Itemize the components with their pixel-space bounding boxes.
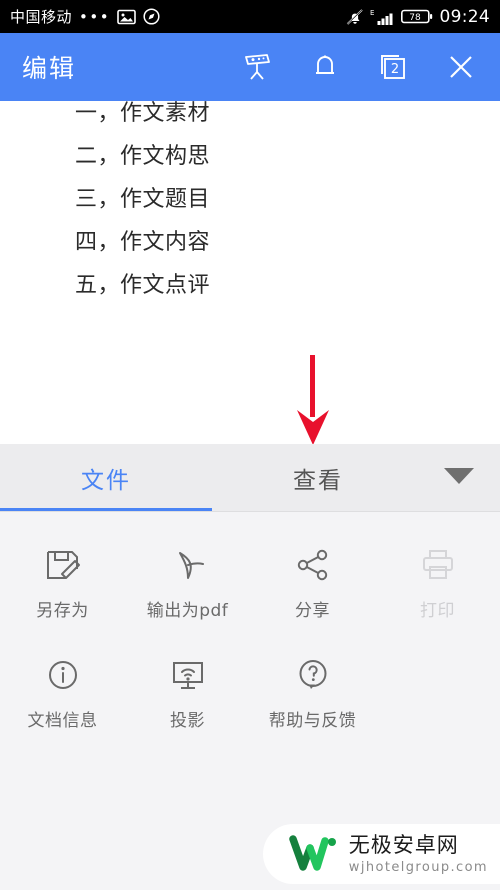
watermark-texts: 无极安卓网 wjhotelgroup.com — [348, 832, 488, 875]
annotation-arrow-down-icon — [294, 355, 332, 447]
watermark-logo-icon — [289, 831, 339, 877]
action-label: 另存为 — [36, 601, 89, 621]
watermark-url: wjhotelgroup.com — [348, 859, 488, 875]
clock-label: 09:24 — [439, 6, 490, 27]
action-print[interactable]: 打印 — [375, 528, 500, 638]
share-icon — [292, 542, 334, 588]
action-label: 投影 — [170, 711, 205, 731]
action-row: 文档信息 投影 帮助与反馈 — [0, 638, 500, 748]
chevron-down-icon[interactable] — [444, 468, 474, 484]
action-row: 另存为 输出为pdf 分享 打印 — [0, 528, 500, 638]
carrier-label: 中国移动 — [10, 8, 73, 26]
action-grid: 另存为 输出为pdf 分享 打印 文档信息 投影 帮助与反馈 — [0, 512, 500, 748]
help-icon — [292, 652, 334, 698]
tab-view-label: 查看 — [293, 468, 343, 494]
bell-muted-icon — [345, 8, 365, 26]
print-icon — [417, 542, 459, 588]
projector-icon[interactable] — [240, 50, 274, 84]
action-label: 分享 — [295, 601, 330, 621]
document-line: 三，作文题目 — [75, 187, 211, 212]
document-line: 四，作文内容 — [75, 230, 211, 255]
action-help-feedback[interactable]: 帮助与反馈 — [250, 638, 375, 748]
document-text-block: 一，作文素材 二，作文构思 三，作文题目 四，作文内容 五，作文点评 — [0, 101, 500, 307]
battery-icon: 78 — [400, 8, 433, 25]
export-pdf-icon — [167, 542, 209, 588]
document-line: 二，作文构思 — [75, 144, 211, 169]
page-title: 编辑 — [22, 54, 77, 83]
action-projection[interactable]: 投影 — [125, 638, 250, 748]
document-line: 五，作文点评 — [75, 273, 211, 298]
tab-file[interactable]: 文件 — [0, 444, 212, 512]
action-export-pdf[interactable]: 输出为pdf — [125, 528, 250, 638]
watermark-site-name: 无极安卓网 — [348, 832, 459, 857]
status-dots: ••• — [79, 7, 111, 26]
document-line: 一，作文素材 — [75, 101, 211, 126]
bottom-action-panel: 文件 查看 另存为 输出为pdf 分享 打印 文档信息 投影 帮助与反馈 无极安… — [0, 444, 500, 890]
action-save-as[interactable]: 另存为 — [0, 528, 125, 638]
action-label: 文档信息 — [27, 711, 98, 731]
action-label: 输出为pdf — [146, 601, 229, 621]
photo-icon — [117, 9, 136, 25]
bell-icon[interactable] — [308, 50, 342, 84]
action-document-info[interactable]: 文档信息 — [0, 638, 125, 748]
action-share[interactable]: 分享 — [250, 528, 375, 638]
svg-text:E: E — [370, 9, 374, 17]
action-label: 帮助与反馈 — [268, 711, 357, 731]
signal-bars-icon: E — [370, 8, 396, 26]
tab-file-label: 文件 — [81, 468, 131, 494]
cast-icon — [167, 652, 209, 698]
compass-icon — [143, 8, 160, 25]
site-watermark: 无极安卓网 wjhotelgroup.com — [262, 824, 500, 884]
panel-tab-bar: 文件 查看 — [0, 444, 500, 512]
status-bar-right: E 78 09:24 — [345, 7, 491, 27]
app-toolbar: 编辑 2 — [0, 33, 500, 101]
phone-screen: 中国移动 ••• E 78 09:24 编辑 2 一，作文素材 二，作文构思 三… — [0, 0, 500, 890]
action-label: 打印 — [420, 601, 455, 621]
close-icon[interactable] — [444, 50, 478, 84]
documents-icon[interactable]: 2 — [376, 50, 410, 84]
status-bar-left: 中国移动 ••• — [10, 6, 160, 27]
info-icon — [42, 652, 84, 698]
tab-view[interactable]: 查看 — [212, 444, 424, 512]
svg-text:78: 78 — [409, 13, 421, 23]
toolbar-actions: 2 — [240, 50, 478, 84]
document-canvas[interactable]: 一，作文素材 二，作文构思 三，作文题目 四，作文内容 五，作文点评 — [0, 101, 500, 444]
status-bar: 中国移动 ••• E 78 09:24 — [0, 0, 500, 33]
tab-bar-divider — [0, 511, 500, 512]
save-as-icon — [42, 542, 84, 588]
